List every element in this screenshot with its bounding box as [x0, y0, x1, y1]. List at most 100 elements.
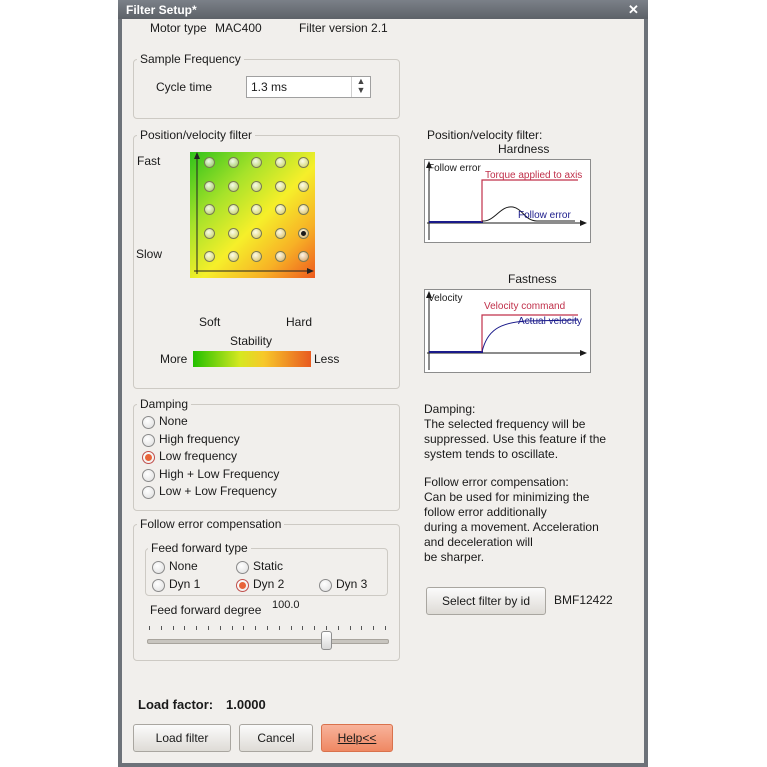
follow-info-line: be sharper. [424, 550, 485, 564]
stiffness-grid[interactable] [190, 152, 315, 278]
torque-label: Torque applied to axis [485, 170, 583, 181]
posvel-info-title: Position/velocity filter: [427, 128, 543, 142]
sample-frequency-label: Sample Frequency [137, 52, 244, 66]
fastness-plot: Velocity Velocity command Actual velocit… [424, 289, 591, 373]
feed-forward-option-label[interactable]: Static [253, 559, 283, 573]
grid-radio[interactable] [227, 251, 239, 262]
follow-error-label: Follow error compensation [137, 517, 285, 531]
damping-option-label[interactable]: Low + Low Frequency [159, 484, 277, 498]
grid-radio[interactable] [251, 157, 262, 168]
grid-radio[interactable] [227, 157, 239, 168]
grid-radio[interactable] [251, 227, 262, 239]
grid-radio[interactable] [227, 227, 239, 239]
grid-radio[interactable] [251, 180, 262, 192]
follow-info-line: during a movement. Acceleration [424, 520, 599, 534]
grid-radio[interactable] [274, 180, 286, 192]
damping-info-line: suppressed. Use this feature if the [424, 432, 607, 446]
grid-radio[interactable] [227, 180, 239, 192]
slider-tick [361, 626, 363, 630]
load-filter-button[interactable]: Load filter [133, 724, 231, 752]
damping-info-text: Damping: The selected frequency will be … [424, 402, 606, 462]
grid-radio[interactable] [251, 251, 262, 262]
slider-tick [243, 626, 245, 630]
feed-forward-radio[interactable] [236, 561, 249, 574]
follow-info-line: Can be used for minimizing the [424, 490, 590, 504]
slider-tick [349, 626, 351, 630]
soft-label: Soft [199, 315, 221, 329]
less-label: Less [314, 352, 340, 366]
feed-forward-option-label[interactable]: Dyn 2 [253, 577, 284, 591]
filter-version: Filter version 2.1 [299, 21, 388, 35]
grid-radio[interactable] [298, 180, 309, 192]
slider-tick [385, 626, 386, 630]
damping-radio[interactable] [142, 451, 155, 464]
cycle-time-label: Cycle time [156, 80, 213, 94]
velocity-command-label: Velocity command [484, 301, 566, 312]
feed-forward-degree-slider[interactable] [147, 639, 389, 644]
grid-radio[interactable] [251, 204, 262, 215]
grid-radio[interactable] [298, 251, 309, 262]
grid-radio[interactable] [274, 227, 286, 239]
hardness-y-label: Follow error [428, 163, 481, 174]
damping-label: Damping [137, 397, 192, 411]
slider-tick [219, 626, 221, 630]
slider-tick [184, 626, 186, 630]
feed-forward-radio[interactable] [236, 579, 249, 592]
grid-radio[interactable] [274, 157, 286, 168]
grid-radio[interactable] [298, 157, 309, 168]
damping-radio[interactable] [142, 486, 155, 499]
slider-tick [255, 626, 257, 630]
grid-radio[interactable] [204, 251, 215, 262]
posvel-filter-label: Position/velocity filter [137, 128, 256, 142]
damping-option-label[interactable]: High + Low Frequency [159, 467, 279, 481]
damping-option-label[interactable]: High frequency [159, 432, 240, 446]
grid-radio[interactable] [204, 180, 215, 192]
damping-radio[interactable] [142, 468, 155, 482]
grid-radio[interactable] [227, 204, 239, 215]
grid-radio[interactable] [204, 227, 215, 239]
feed-forward-degree-value: 100.0 [272, 599, 300, 611]
damping-option-label[interactable]: Low frequency [159, 449, 237, 463]
load-factor-value: 1.0000 [226, 697, 266, 712]
grid-radio[interactable] [274, 251, 286, 262]
hard-label: Hard [286, 315, 313, 329]
damping-radio[interactable] [142, 433, 155, 447]
stability-label: Stability [230, 334, 273, 348]
feed-forward-radio[interactable] [319, 579, 332, 592]
slider-tick [149, 626, 150, 630]
grid-radio[interactable] [204, 157, 215, 168]
damping-option-label[interactable]: None [159, 414, 188, 428]
hardness-plot: Follow error Torque applied to axis Foll… [424, 159, 591, 243]
stability-color-bar [193, 351, 311, 367]
feed-forward-radio[interactable] [152, 561, 165, 574]
feed-forward-radio[interactable] [152, 579, 165, 592]
grid-radio[interactable] [298, 204, 309, 215]
slider-tick [302, 626, 304, 630]
feed-forward-option-label[interactable]: None [169, 559, 198, 573]
grid-radio[interactable] [298, 227, 309, 239]
grid-radio[interactable] [274, 204, 286, 215]
fastness-title: Fastness [508, 272, 557, 286]
spin-arrows-icon[interactable]: ▲ ▼ [351, 77, 370, 97]
cycle-time-spinbox[interactable]: 1.3 ms ▲ ▼ [246, 76, 371, 98]
feed-forward-option-label[interactable]: Dyn 1 [169, 577, 200, 591]
help-button[interactable]: Help<< [321, 724, 393, 752]
damping-radio[interactable] [142, 416, 155, 429]
feed-forward-option-label[interactable]: Dyn 3 [336, 577, 367, 591]
title-bar[interactable] [118, 0, 648, 19]
cancel-button[interactable]: Cancel [239, 724, 313, 752]
grid-radio[interactable] [204, 204, 215, 215]
slider-thumb[interactable] [321, 631, 332, 650]
window-title: Filter Setup* [126, 3, 197, 17]
filter-id-value: BMF12422 [554, 593, 613, 607]
cycle-time-value[interactable]: 1.3 ms [251, 80, 287, 94]
follow-info-line: Follow error compensation: [424, 475, 569, 489]
damping-info-line: Damping: [424, 402, 476, 416]
damping-info-line: The selected frequency will be [424, 417, 586, 431]
slider-tick [326, 626, 327, 630]
motor-type-label: Motor type [150, 21, 207, 35]
follow-error-curve-label: Follow error [518, 210, 571, 221]
close-icon[interactable]: ✕ [628, 2, 639, 18]
select-filter-by-id-button[interactable]: Select filter by id [426, 587, 546, 615]
slow-label: Slow [136, 247, 163, 261]
